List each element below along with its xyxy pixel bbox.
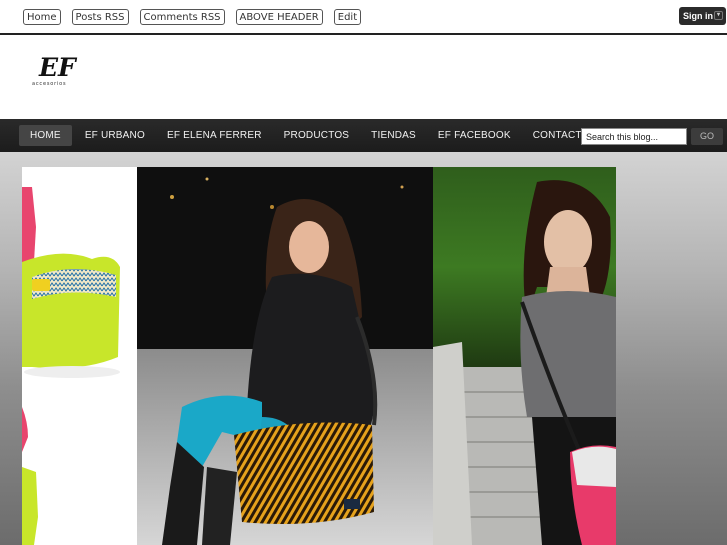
top-link-bar: Home Posts RSS Comments RSS ABOVE HEADER… xyxy=(0,0,727,33)
ef-accesorios-logo[interactable]: EF accesorios xyxy=(30,52,88,88)
sign-in-button[interactable]: Sign in ▾ xyxy=(679,7,726,25)
right-model-panel xyxy=(433,167,616,545)
sign-in-label: Sign in xyxy=(683,11,713,21)
logo-subtext: accesorios xyxy=(32,81,66,87)
nav-item-productos[interactable]: PRODUCTOS xyxy=(273,125,361,146)
featured-slideshow-image[interactable] xyxy=(22,167,616,545)
top-link-home[interactable]: Home xyxy=(23,9,61,25)
top-link-comments-rss[interactable]: Comments RSS xyxy=(139,9,225,25)
middle-model-panel xyxy=(137,167,433,545)
chevron-down-icon: ▾ xyxy=(714,11,723,20)
top-link-posts-rss[interactable]: Posts RSS xyxy=(71,9,129,25)
top-links: Home Posts RSS Comments RSS ABOVE HEADER… xyxy=(23,9,362,25)
nav-item-ef-urbano[interactable]: EF URBANO xyxy=(74,125,156,146)
logo-mark: EF xyxy=(38,53,78,82)
nav-item-ef-elena-ferrer[interactable]: EF ELENA FERRER xyxy=(156,125,273,146)
search-go-button[interactable]: GO xyxy=(691,128,723,145)
nav-items: HOME EF URBANO EF ELENA FERRER PRODUCTOS… xyxy=(19,125,601,146)
nav-item-ef-facebook[interactable]: EF FACEBOOK xyxy=(427,125,522,146)
nav-item-home[interactable]: HOME xyxy=(19,125,72,146)
top-link-above-header[interactable]: ABOVE HEADER xyxy=(235,9,323,25)
nav-item-tiendas[interactable]: TIENDAS xyxy=(360,125,427,146)
left-product-panel xyxy=(22,167,137,545)
site-header: EF accesorios xyxy=(0,35,727,119)
top-link-edit[interactable]: Edit xyxy=(333,9,362,25)
search-input[interactable]: Search this blog... xyxy=(581,128,687,145)
